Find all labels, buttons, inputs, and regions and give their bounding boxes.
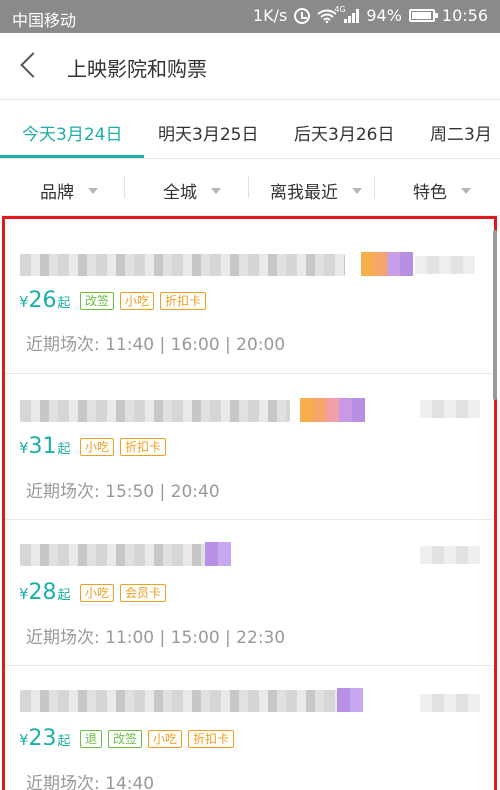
- alarm-icon: [294, 7, 311, 24]
- filter-brand[interactable]: 品牌: [40, 178, 98, 203]
- network-type: 4G: [334, 4, 346, 14]
- filter-bar: 品牌 全城 离我最近 特色: [0, 160, 500, 216]
- network-speed: 1K/s: [252, 6, 288, 25]
- filter-feature-label: 特色: [413, 183, 447, 203]
- cell-signal-icon: 4G: [334, 5, 360, 23]
- caret-down-icon: [211, 187, 221, 194]
- page-title: 上映影院和购票: [67, 57, 207, 81]
- filter-divider: [374, 176, 375, 198]
- tab-day-after[interactable]: 后天3月26日: [294, 120, 394, 145]
- filter-sort[interactable]: 离我最近: [270, 178, 362, 203]
- chevron-left-icon: [20, 52, 46, 78]
- filter-feature[interactable]: 特色: [413, 178, 471, 203]
- tab-today[interactable]: 今天3月24日: [22, 120, 122, 145]
- filter-sort-label: 离我最近: [270, 183, 338, 203]
- filter-area-label: 全城: [163, 183, 197, 203]
- tab-tomorrow[interactable]: 明天3月25日: [158, 120, 258, 145]
- caret-down-icon: [88, 187, 98, 194]
- filter-divider: [248, 176, 249, 198]
- status-bar: 中国移动 1K/s 4G 94% 10:56: [0, 0, 500, 33]
- back-button[interactable]: [12, 48, 48, 84]
- red-highlight-frame: [2, 216, 497, 790]
- clock: 10:56: [441, 6, 488, 25]
- filter-brand-label: 品牌: [40, 183, 74, 203]
- caret-down-icon: [461, 187, 471, 194]
- title-bar: 上映影院和购票: [0, 33, 500, 100]
- tab-tuesday[interactable]: 周二3月: [430, 120, 492, 145]
- date-tabs: 今天3月24日 明天3月25日 后天3月26日 周二3月: [0, 101, 500, 159]
- active-tab-indicator: [0, 155, 144, 158]
- list-scrollbar[interactable]: [493, 230, 497, 400]
- filter-divider: [124, 176, 125, 198]
- filter-area[interactable]: 全城: [163, 178, 221, 203]
- carrier-name: 中国移动: [12, 11, 77, 30]
- battery-icon: [408, 9, 438, 22]
- status-icons: 1K/s 4G 94% 10:56: [252, 5, 488, 26]
- caret-down-icon: [352, 187, 362, 194]
- battery-percent: 94%: [366, 6, 402, 25]
